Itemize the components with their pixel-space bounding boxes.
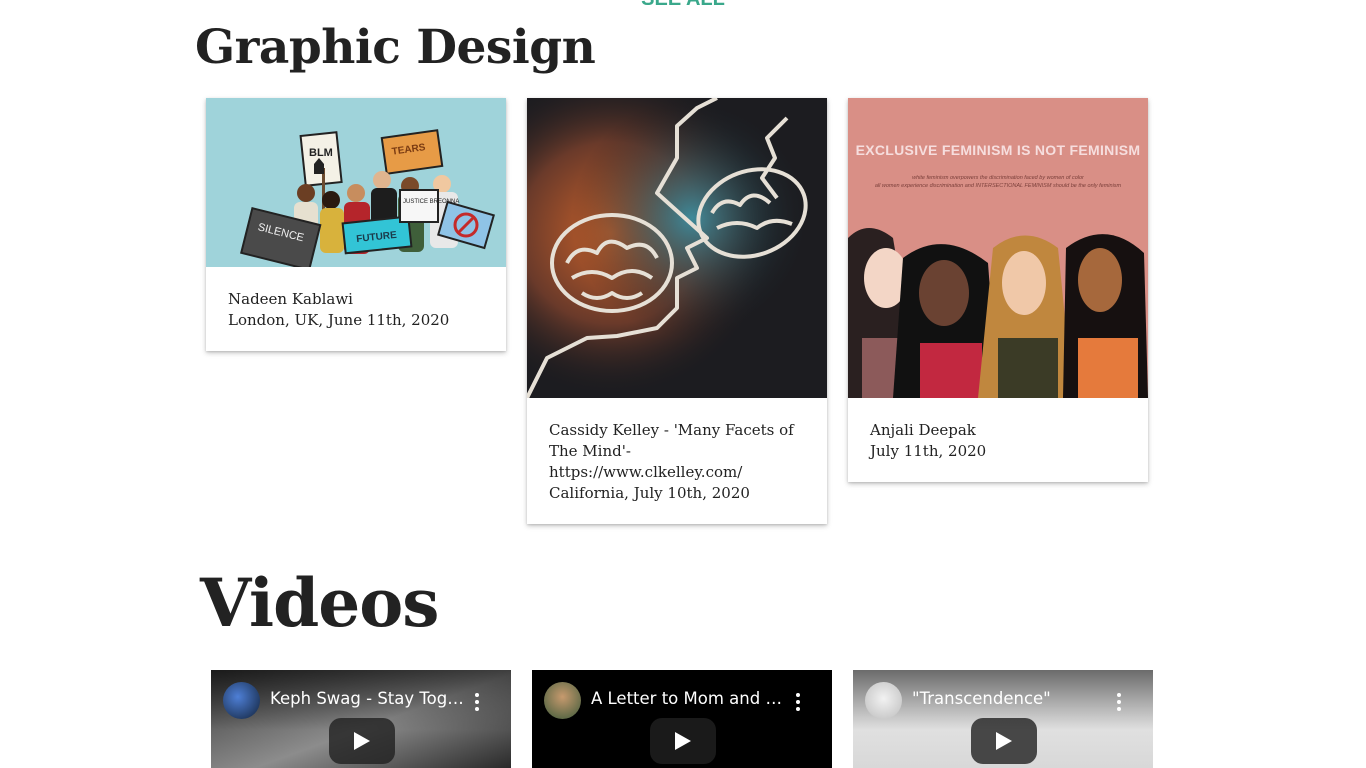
artist-name-title: Cassidy Kelley - 'Many Facets of The Min… bbox=[549, 421, 794, 460]
more-options-icon[interactable] bbox=[792, 690, 804, 714]
artwork-location-date: London, UK, June 11th, 2020 bbox=[228, 311, 450, 329]
artwork-location-date: California, July 10th, 2020 bbox=[549, 484, 750, 502]
video-title[interactable]: Keph Swag - Stay Together bbox=[270, 689, 466, 708]
channel-avatar[interactable] bbox=[865, 682, 902, 719]
artwork-card-anjali-deepak[interactable]: EXCLUSIVE FEMINISM IS NOT FEMINISM white… bbox=[848, 98, 1148, 482]
video-embed-letter-to-mom[interactable]: A Letter to Mom and Dad bbox=[532, 670, 832, 768]
sign-tears: TEARS bbox=[380, 129, 444, 175]
sign-blm-text: BLM bbox=[309, 147, 333, 159]
artist-name: Nadeen Kablawi bbox=[228, 290, 353, 308]
artwork-image-protest[interactable]: BLM TEARS SILENCE FUTURE JUSTICE BREONNA bbox=[206, 98, 506, 267]
artwork-image-many-facets[interactable] bbox=[527, 98, 827, 398]
video-embed-keph-swag[interactable]: Keph Swag - Stay Together bbox=[211, 670, 511, 768]
protest-illustration: BLM TEARS SILENCE FUTURE JUSTICE BREONNA bbox=[240, 129, 495, 267]
graphic-design-heading: Graphic Design bbox=[195, 20, 596, 75]
many-facets-illustration bbox=[527, 98, 827, 398]
artwork-card-nadeen-kablawi[interactable]: BLM TEARS SILENCE FUTURE JUSTICE BREONNA… bbox=[206, 98, 506, 351]
video-embed-transcendence[interactable]: "Transcendence" bbox=[853, 670, 1153, 768]
women-illustration bbox=[848, 228, 1148, 398]
more-options-icon[interactable] bbox=[1113, 690, 1125, 714]
play-icon bbox=[675, 732, 691, 750]
artwork-date: July 11th, 2020 bbox=[870, 442, 987, 460]
play-button[interactable] bbox=[971, 718, 1037, 764]
play-button[interactable] bbox=[329, 718, 395, 764]
more-options-icon[interactable] bbox=[471, 690, 483, 714]
videos-heading: Videos bbox=[200, 564, 439, 642]
channel-avatar[interactable] bbox=[223, 682, 260, 719]
artist-name: Anjali Deepak bbox=[870, 421, 976, 439]
play-button[interactable] bbox=[650, 718, 716, 764]
play-icon bbox=[354, 732, 370, 750]
artwork-image-feminism-poster[interactable]: EXCLUSIVE FEMINISM IS NOT FEMINISM white… bbox=[848, 98, 1148, 398]
video-title[interactable]: "Transcendence" bbox=[912, 689, 1108, 708]
see-all-link[interactable]: SEE ALL bbox=[0, 0, 1366, 11]
channel-avatar[interactable] bbox=[544, 682, 581, 719]
artist-website-link[interactable]: https://www.clkelley.com/ bbox=[549, 462, 805, 483]
play-icon bbox=[996, 732, 1012, 750]
video-title[interactable]: A Letter to Mom and Dad bbox=[591, 689, 787, 708]
artwork-caption: Anjali Deepak July 11th, 2020 bbox=[848, 398, 1148, 482]
artwork-caption: Cassidy Kelley - 'Many Facets of The Min… bbox=[527, 398, 827, 524]
artwork-caption: Nadeen Kablawi London, UK, June 11th, 20… bbox=[206, 267, 506, 351]
artwork-card-cassidy-kelley[interactable]: Cassidy Kelley - 'Many Facets of The Min… bbox=[527, 98, 827, 524]
